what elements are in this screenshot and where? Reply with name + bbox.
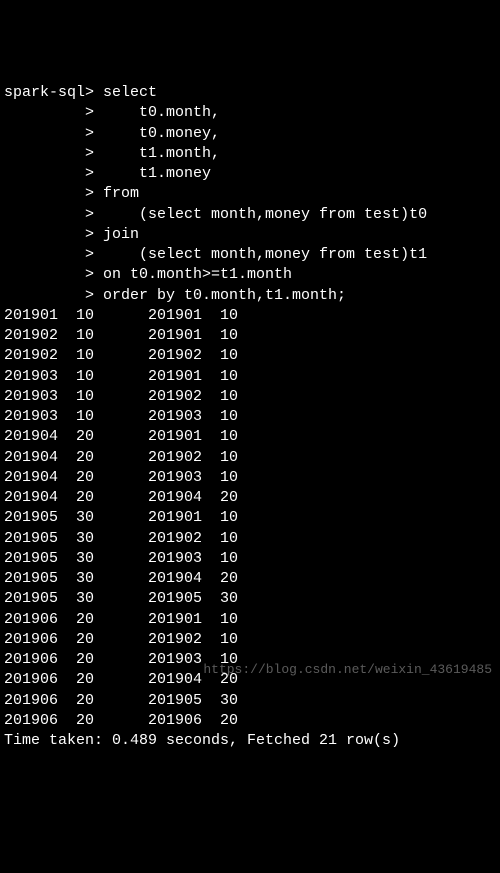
query-text: (select month,money from test)t1 — [94, 246, 427, 263]
result-row: 201902 10 201902 10 — [4, 346, 496, 366]
result-text: 201904 20 201902 10 — [4, 449, 238, 466]
sql-continuation-line: > t1.money — [4, 164, 496, 184]
result-row: 201904 20 201904 20 — [4, 488, 496, 508]
result-row: 201903 10 201901 10 — [4, 367, 496, 387]
continuation-prompt: > — [4, 125, 94, 142]
result-row: 201903 10 201902 10 — [4, 387, 496, 407]
result-text: 201906 20 201901 10 — [4, 611, 238, 628]
result-text: 201906 20 201906 20 — [4, 712, 238, 729]
query-text: t1.month, — [94, 145, 220, 162]
result-row: 201906 20 201906 20 — [4, 711, 496, 731]
result-text: 201904 20 201903 10 — [4, 469, 238, 486]
query-text: from — [94, 185, 139, 202]
query-text: order by t0.month,t1.month; — [94, 287, 346, 304]
continuation-prompt: > — [4, 287, 94, 304]
result-text: 201905 30 201905 30 — [4, 590, 238, 607]
sql-continuation-line: > t0.month, — [4, 103, 496, 123]
result-row: 201906 20 201905 30 — [4, 691, 496, 711]
result-row: 201904 20 201901 10 — [4, 427, 496, 447]
continuation-prompt: > — [4, 266, 94, 283]
result-text: 201905 30 201903 10 — [4, 550, 238, 567]
result-text: 201906 20 201902 10 — [4, 631, 238, 648]
result-text: 201904 20 201901 10 — [4, 428, 238, 445]
result-text: 201901 10 201901 10 — [4, 307, 238, 324]
continuation-prompt: > — [4, 226, 94, 243]
result-text: 201902 10 201902 10 — [4, 347, 238, 364]
result-row: 201906 20 201904 20 — [4, 670, 496, 690]
sql-continuation-line: > join — [4, 225, 496, 245]
sql-continuation-line: > t0.money, — [4, 124, 496, 144]
result-text: 201906 20 201903 10 — [4, 651, 238, 668]
result-row: 201905 30 201904 20 — [4, 569, 496, 589]
result-text: 201903 10 201901 10 — [4, 368, 238, 385]
query-text: t1.money — [94, 165, 211, 182]
continuation-prompt: > — [4, 246, 94, 263]
result-row: 201906 20 201902 10 — [4, 630, 496, 650]
result-text: 201906 20 201904 20 — [4, 671, 238, 688]
query-text: t0.month, — [94, 104, 220, 121]
sql-continuation-line: > (select month,money from test)t0 — [4, 205, 496, 225]
result-row: 201905 30 201905 30 — [4, 589, 496, 609]
sql-continuation-line: > t1.month, — [4, 144, 496, 164]
result-row: 201904 20 201903 10 — [4, 468, 496, 488]
sql-continuation-line: > on t0.month>=t1.month — [4, 265, 496, 285]
sql-continuation-line: > order by t0.month,t1.month; — [4, 286, 496, 306]
sql-prompt-line: spark-sql> select — [4, 83, 496, 103]
result-row: 201901 10 201901 10 — [4, 306, 496, 326]
result-row: 201902 10 201901 10 — [4, 326, 496, 346]
continuation-prompt: > — [4, 165, 94, 182]
query-text: on t0.month>=t1.month — [94, 266, 292, 283]
result-text: 201905 30 201901 10 — [4, 509, 238, 526]
result-text: 201905 30 201902 10 — [4, 530, 238, 547]
result-row: 201903 10 201903 10 — [4, 407, 496, 427]
result-row: 201906 20 201901 10 — [4, 610, 496, 630]
result-row: 201905 30 201901 10 — [4, 508, 496, 528]
result-text: 201906 20 201905 30 — [4, 692, 238, 709]
query-summary: Time taken: 0.489 seconds, Fetched 21 ro… — [4, 731, 496, 751]
result-row: 201905 30 201903 10 — [4, 549, 496, 569]
sql-continuation-line: > (select month,money from test)t1 — [4, 245, 496, 265]
prompt-text: spark-sql> — [4, 84, 94, 101]
summary-text: Time taken: 0.489 seconds, Fetched 21 ro… — [4, 732, 400, 749]
terminal-output[interactable]: spark-sql> select > t0.month, > t0.money… — [4, 83, 496, 751]
query-text: (select month,money from test)t0 — [94, 206, 427, 223]
sql-continuation-line: > from — [4, 184, 496, 204]
query-text: t0.money, — [94, 125, 220, 142]
query-text: select — [94, 84, 157, 101]
continuation-prompt: > — [4, 145, 94, 162]
result-row: 201904 20 201902 10 — [4, 448, 496, 468]
result-text: 201902 10 201901 10 — [4, 327, 238, 344]
continuation-prompt: > — [4, 206, 94, 223]
result-text: 201904 20 201904 20 — [4, 489, 238, 506]
result-text: 201903 10 201903 10 — [4, 408, 238, 425]
result-text: 201905 30 201904 20 — [4, 570, 238, 587]
result-row: 201905 30 201902 10 — [4, 529, 496, 549]
continuation-prompt: > — [4, 104, 94, 121]
continuation-prompt: > — [4, 185, 94, 202]
result-row: 201906 20 201903 10 — [4, 650, 496, 670]
result-text: 201903 10 201902 10 — [4, 388, 238, 405]
query-text: join — [94, 226, 139, 243]
